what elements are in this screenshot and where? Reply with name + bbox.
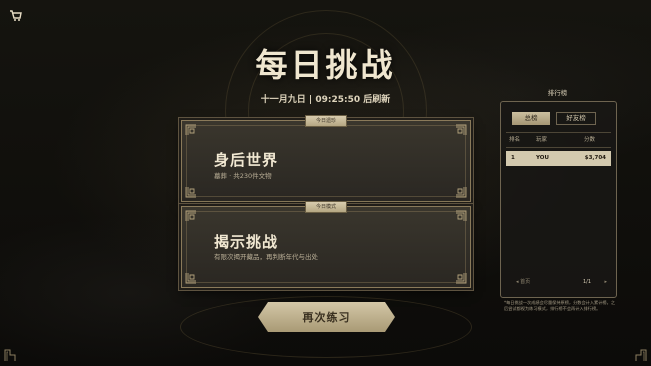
- refresh-suffix: 后刷新: [363, 95, 391, 105]
- knot-ornament-icon: [456, 124, 467, 135]
- leaderboard-title: 排行榜: [547, 89, 568, 97]
- knot-ornament-icon: [185, 187, 196, 198]
- knot-ornament-icon: [456, 187, 467, 198]
- col-player: 玩家: [536, 137, 548, 143]
- pager-page: 1/1: [583, 279, 592, 285]
- pager-prev[interactable]: ◂ 首页: [516, 277, 530, 287]
- card-heading: 揭示挑战: [214, 233, 279, 251]
- daily-challenge-screen: 每日挑战 十一月九日 | 09:25:50 后刷新 今日遗珍 身后世界 墓葬 ·…: [0, 0, 651, 366]
- mode-card[interactable]: 今日模式 揭示挑战 有限次揭开藏品，再判断年代与出处: [181, 201, 471, 288]
- leaderboard-panel: 总榜 好友榜 排名 玩家 分数 1 YOU $3,704 ◂ 首页 1/1 ▸: [500, 101, 617, 298]
- date-text: 十一月九日: [260, 95, 306, 105]
- knot-ornament-icon: [185, 273, 196, 284]
- countdown-time: 09:25:50: [315, 95, 361, 105]
- leaderboard-pager: ◂ 首页 1/1 ▸: [506, 277, 611, 287]
- row-rank: 1: [511, 155, 515, 161]
- leaderboard-note: *每日挑战一次成绩会尽量保持原榜，分数会计入累计榜。之后尝试都视为练习模式，排行…: [504, 300, 615, 311]
- col-score: 分数: [583, 137, 595, 143]
- card-subtitle: 墓葬 · 共230件文物: [214, 172, 272, 180]
- row-score: $3,704: [584, 155, 606, 161]
- card-tag: 今日遗珍: [304, 115, 348, 127]
- card-tag: 今日模式: [304, 201, 348, 213]
- shop-cart-icon[interactable]: [9, 9, 22, 22]
- card-heading: 身后世界: [214, 151, 279, 169]
- knot-ornament-icon: [456, 210, 467, 221]
- tab-overall[interactable]: 总榜: [512, 112, 550, 125]
- replay-button[interactable]: 再次练习: [258, 302, 395, 332]
- tab-friends[interactable]: 好友榜: [556, 112, 596, 125]
- corner-ornament-icon: [4, 349, 16, 361]
- knot-ornament-icon: [185, 210, 196, 221]
- col-rank: 排名: [509, 137, 521, 143]
- corner-ornament-icon: [635, 349, 647, 361]
- date-separator: |: [308, 95, 313, 105]
- knot-ornament-icon: [185, 124, 196, 135]
- collection-card[interactable]: 今日遗珍 身后世界 墓葬 · 共230件文物: [181, 115, 471, 202]
- pager-next[interactable]: ▸: [604, 277, 607, 287]
- knot-ornament-icon: [456, 273, 467, 284]
- table-row[interactable]: 1 YOU $3,704: [506, 151, 611, 166]
- page-title: 每日挑战: [255, 46, 396, 84]
- card-subtitle: 有限次揭开藏品，再判断年代与出处: [214, 253, 318, 261]
- row-player: YOU: [536, 155, 549, 161]
- leaderboard-header: 排名 玩家 分数: [506, 132, 611, 148]
